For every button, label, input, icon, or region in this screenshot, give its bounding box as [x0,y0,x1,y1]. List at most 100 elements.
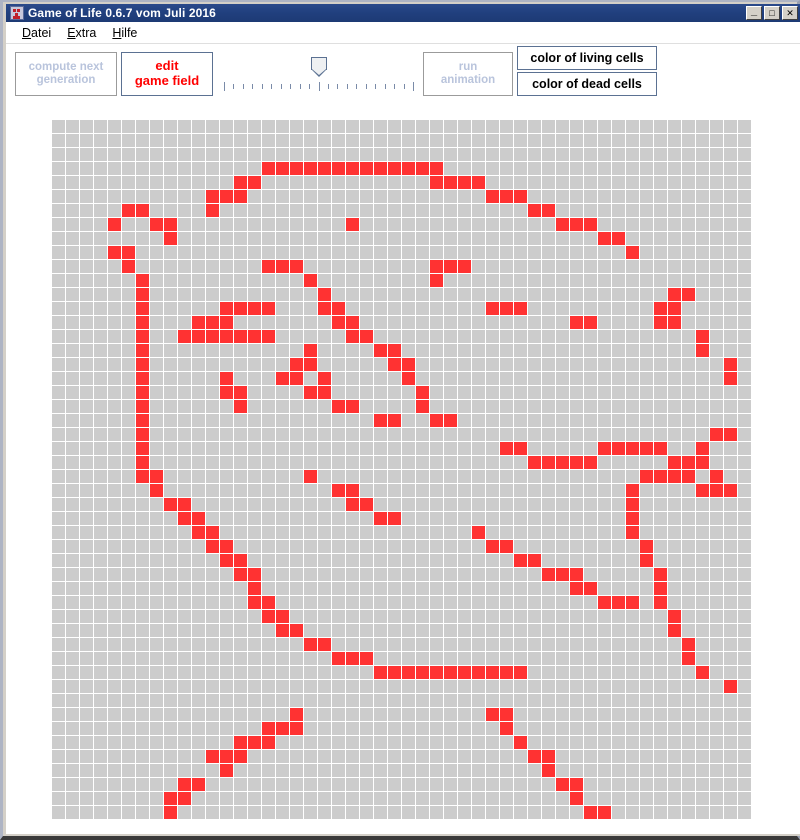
cell-dead[interactable] [360,204,373,217]
cell-dead[interactable] [248,232,261,245]
cell-alive[interactable] [430,260,443,273]
cell-dead[interactable] [472,316,485,329]
cell-dead[interactable] [598,512,611,525]
cell-dead[interactable] [402,344,415,357]
cell-dead[interactable] [164,652,177,665]
cell-dead[interactable] [108,582,121,595]
cell-dead[interactable] [724,120,737,133]
cell-dead[interactable] [178,582,191,595]
cell-dead[interactable] [738,134,751,147]
cell-alive[interactable] [430,274,443,287]
cell-dead[interactable] [500,638,513,651]
cell-dead[interactable] [696,190,709,203]
cell-dead[interactable] [206,736,219,749]
cell-dead[interactable] [262,764,275,777]
cell-dead[interactable] [500,456,513,469]
cell-dead[interactable] [136,610,149,623]
cell-dead[interactable] [668,162,681,175]
cell-dead[interactable] [332,274,345,287]
cell-dead[interactable] [80,162,93,175]
cell-dead[interactable] [374,750,387,763]
cell-dead[interactable] [220,414,233,427]
cell-dead[interactable] [374,316,387,329]
cell-dead[interactable] [80,428,93,441]
cell-dead[interactable] [94,610,107,623]
cell-dead[interactable] [514,204,527,217]
cell-dead[interactable] [612,162,625,175]
cell-dead[interactable] [710,400,723,413]
cell-dead[interactable] [696,400,709,413]
cell-alive[interactable] [500,442,513,455]
cell-dead[interactable] [640,764,653,777]
cell-alive[interactable] [570,316,583,329]
cell-dead[interactable] [108,708,121,721]
speed-slider[interactable] [224,52,414,96]
cell-dead[interactable] [234,372,247,385]
cell-dead[interactable] [486,288,499,301]
cell-dead[interactable] [500,764,513,777]
cell-dead[interactable] [346,806,359,819]
cell-dead[interactable] [430,302,443,315]
cell-dead[interactable] [220,568,233,581]
cell-dead[interactable] [416,484,429,497]
cell-alive[interactable] [234,554,247,567]
cell-dead[interactable] [598,288,611,301]
cell-dead[interactable] [500,680,513,693]
cell-dead[interactable] [388,540,401,553]
cell-dead[interactable] [360,750,373,763]
cell-alive[interactable] [556,778,569,791]
cell-alive[interactable] [248,330,261,343]
cell-dead[interactable] [80,134,93,147]
cell-dead[interactable] [122,512,135,525]
cell-dead[interactable] [262,344,275,357]
cell-dead[interactable] [612,680,625,693]
cell-dead[interactable] [150,568,163,581]
cell-alive[interactable] [262,260,275,273]
cell-dead[interactable] [304,246,317,259]
cell-dead[interactable] [556,512,569,525]
cell-dead[interactable] [178,316,191,329]
cell-dead[interactable] [374,736,387,749]
cell-dead[interactable] [192,666,205,679]
cell-alive[interactable] [500,722,513,735]
cell-alive[interactable] [220,540,233,553]
cell-dead[interactable] [262,792,275,805]
cell-dead[interactable] [360,386,373,399]
cell-dead[interactable] [682,372,695,385]
cell-dead[interactable] [178,652,191,665]
cell-dead[interactable] [94,526,107,539]
cell-dead[interactable] [598,680,611,693]
cell-dead[interactable] [122,694,135,707]
cell-dead[interactable] [528,680,541,693]
cell-dead[interactable] [458,554,471,567]
cell-dead[interactable] [52,190,65,203]
cell-dead[interactable] [318,764,331,777]
cell-dead[interactable] [626,680,639,693]
cell-dead[interactable] [640,386,653,399]
cell-dead[interactable] [80,176,93,189]
cell-dead[interactable] [234,652,247,665]
cell-dead[interactable] [318,582,331,595]
cell-dead[interactable] [472,218,485,231]
cell-dead[interactable] [122,372,135,385]
cell-dead[interactable] [584,148,597,161]
cell-dead[interactable] [108,232,121,245]
cell-dead[interactable] [360,610,373,623]
cell-dead[interactable] [108,148,121,161]
cell-dead[interactable] [556,414,569,427]
cell-dead[interactable] [584,246,597,259]
cell-dead[interactable] [346,428,359,441]
cell-dead[interactable] [584,750,597,763]
cell-dead[interactable] [682,722,695,735]
cell-dead[interactable] [416,442,429,455]
cell-dead[interactable] [276,428,289,441]
cell-dead[interactable] [248,484,261,497]
cell-alive[interactable] [220,750,233,763]
menu-item-hilfe[interactable]: Hilfe [104,24,145,42]
cell-dead[interactable] [668,274,681,287]
cell-alive[interactable] [528,456,541,469]
cell-dead[interactable] [262,176,275,189]
cell-dead[interactable] [472,190,485,203]
cell-dead[interactable] [206,484,219,497]
cell-alive[interactable] [346,162,359,175]
